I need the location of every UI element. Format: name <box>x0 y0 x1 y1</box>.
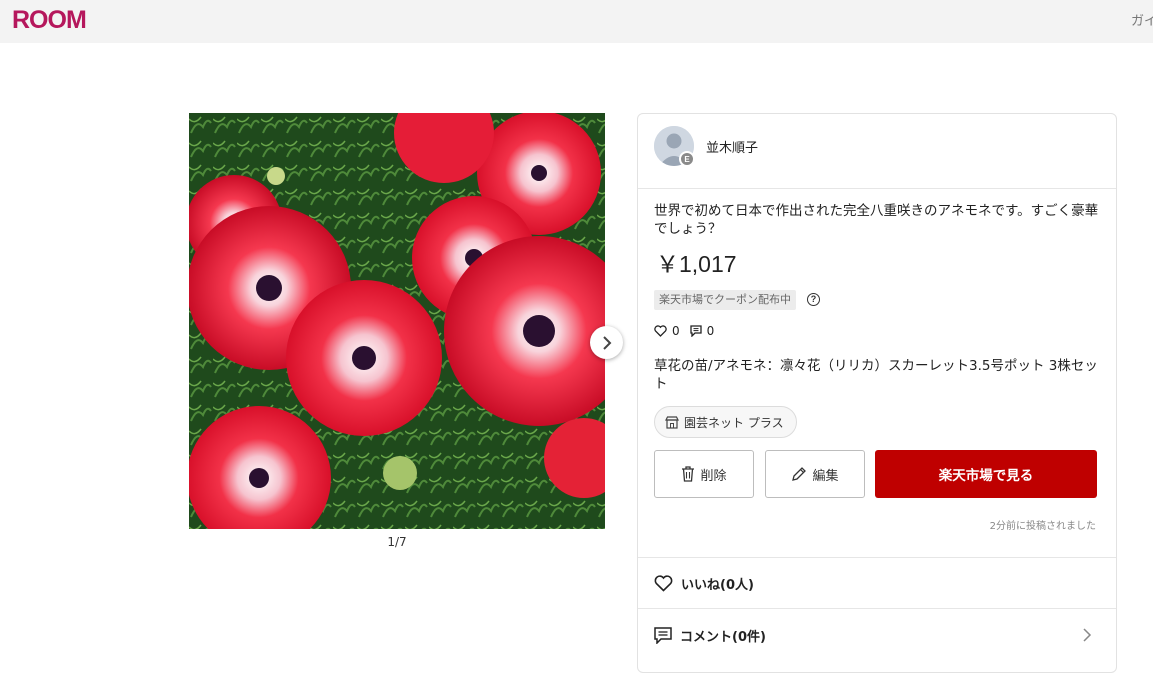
user-row[interactable]: E 並木順子 <box>638 114 1116 189</box>
comments-count: 0 <box>706 324 715 338</box>
price: ￥1,017 <box>656 251 737 277</box>
pencil-icon <box>791 466 807 482</box>
product-image[interactable] <box>189 113 605 529</box>
posted-time: 2分前に投稿されました <box>989 521 1096 532</box>
avatar-badge: E <box>679 151 695 167</box>
shop-chip[interactable]: 園芸ネット プラス <box>654 406 797 438</box>
flower-photo <box>189 113 605 529</box>
post-description: 世界で初めて日本で作出された完全八重咲きのアネモネです。すごく豪華でしょう？ <box>654 203 1099 237</box>
edit-button[interactable]: 編集 <box>765 450 865 498</box>
guide-link[interactable]: ガイド <box>1131 10 1153 29</box>
top-bar: ROOM ガイド <box>0 0 1153 43</box>
comment-icon <box>654 626 672 644</box>
comment-label: コメント(0件) <box>680 629 766 645</box>
comment-row[interactable]: コメント(0件) <box>638 609 1116 661</box>
room-logo[interactable]: ROOM <box>12 6 87 35</box>
view-on-rakuten-button[interactable]: 楽天市場で見る <box>875 450 1097 498</box>
username[interactable]: 並木順子 <box>706 137 758 156</box>
coupon-badge: 楽天市場でクーポン配布中 <box>654 290 796 310</box>
shop-name: 園芸ネット プラス <box>684 415 784 430</box>
next-image-button[interactable] <box>590 326 623 359</box>
chevron-right-icon <box>601 335 613 351</box>
heart-icon <box>654 325 667 337</box>
help-icon[interactable]: ? <box>807 293 820 306</box>
like-label: いいね(0人) <box>681 577 754 593</box>
shop-icon <box>665 415 679 429</box>
likes-count: 0 <box>672 324 680 338</box>
image-pager: 1/7 <box>387 535 407 549</box>
product-name[interactable]: 草花の苗/アネモネ：凛々花（リリカ）スカーレット3.5号ポット 3株セット <box>654 357 1104 393</box>
heart-icon <box>654 574 673 592</box>
delete-label: 削除 <box>700 468 727 484</box>
like-row[interactable]: いいね(0人) <box>638 557 1116 609</box>
comment-icon <box>689 325 702 337</box>
post-card: E 並木順子 世界で初めて日本で作出された完全八重咲きのアネモネです。すごく豪華… <box>637 113 1117 673</box>
delete-button[interactable]: 削除 <box>654 450 754 498</box>
stats-row: 0 0 <box>654 324 724 338</box>
edit-label: 編集 <box>812 468 839 484</box>
trash-icon <box>681 466 695 482</box>
chevron-right-icon <box>1082 627 1092 643</box>
